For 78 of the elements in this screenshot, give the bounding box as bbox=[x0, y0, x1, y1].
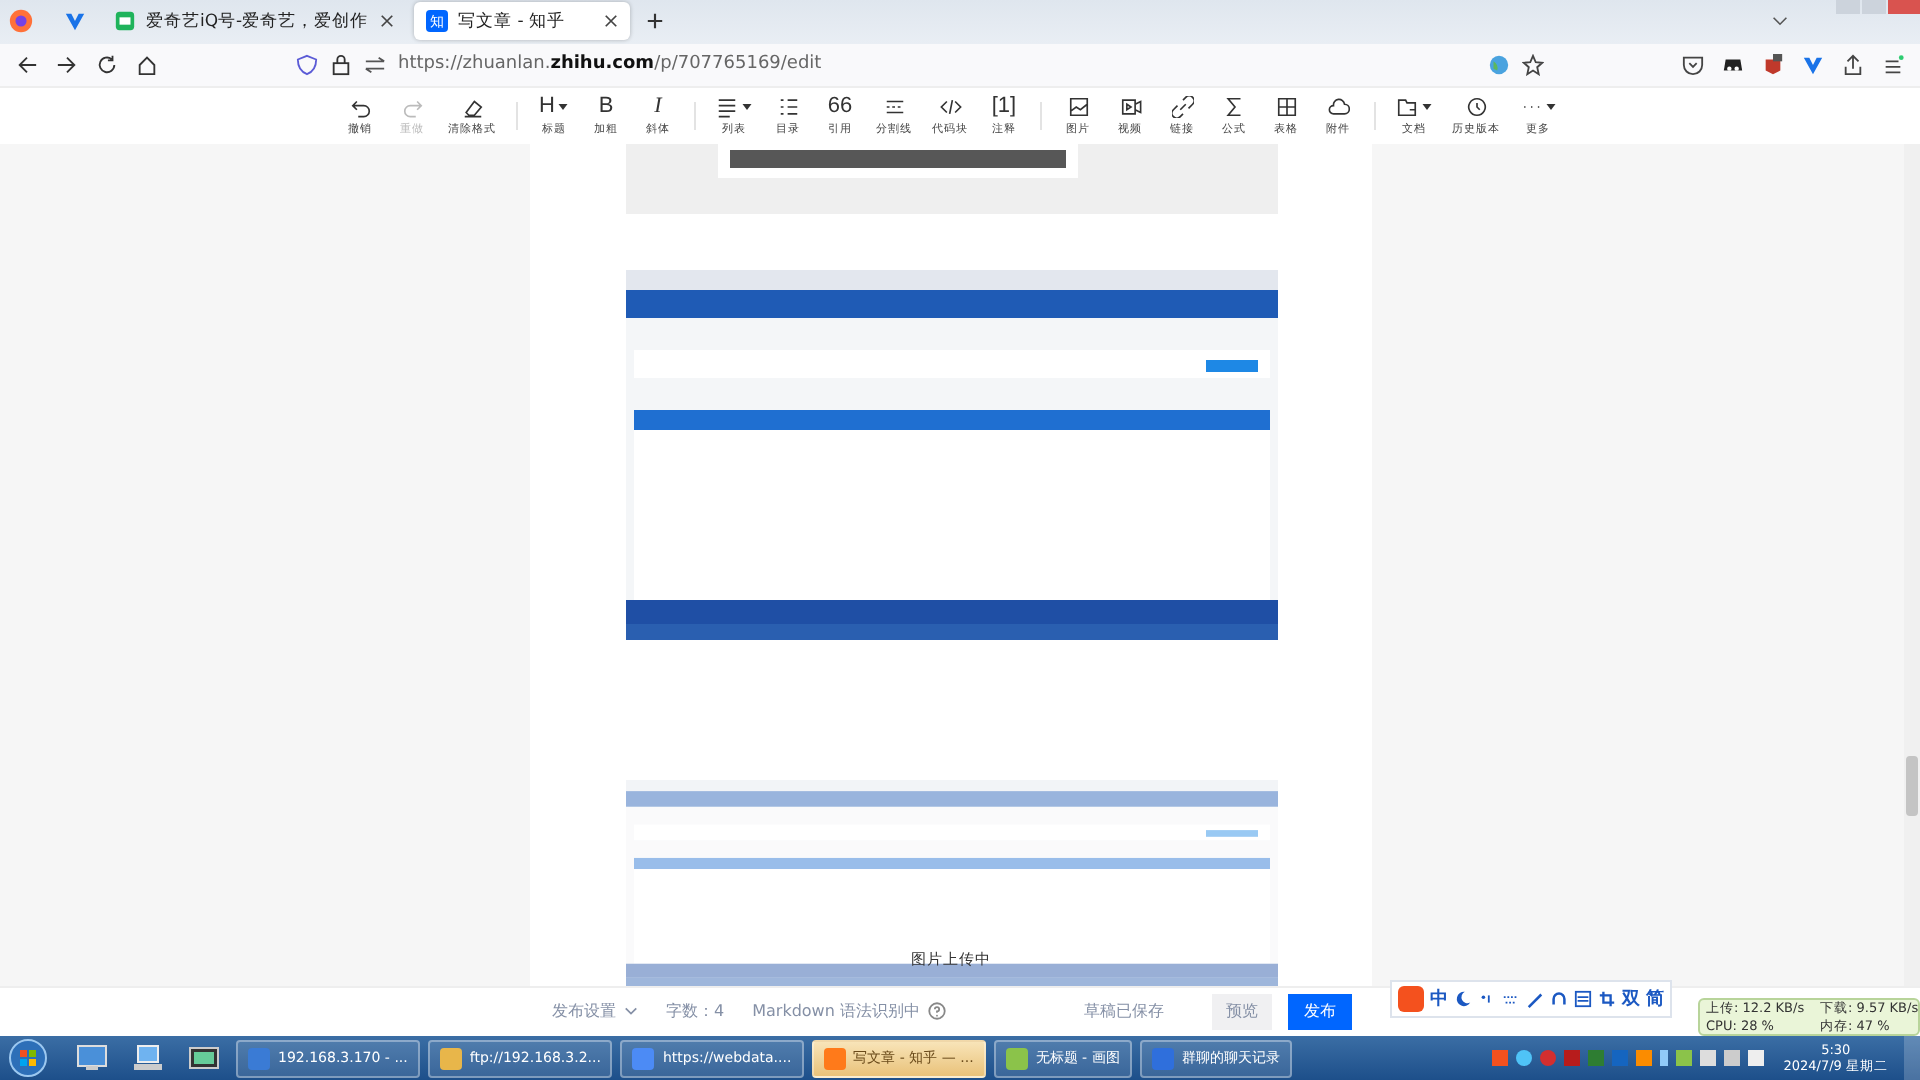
clock-icon bbox=[1465, 95, 1487, 118]
permissions-icon bbox=[364, 53, 386, 76]
v-logo-icon[interactable] bbox=[1802, 53, 1824, 76]
toolbar-glyph: I bbox=[654, 94, 662, 119]
back-icon[interactable] bbox=[16, 53, 38, 76]
desktop-icon[interactable] bbox=[76, 1044, 108, 1072]
ime-mode[interactable]: 中 bbox=[1430, 986, 1448, 1012]
help-icon[interactable] bbox=[927, 1002, 946, 1021]
app-icon bbox=[632, 1047, 655, 1069]
toolbar-glyph: 66 bbox=[827, 94, 853, 119]
tab-list-icon[interactable] bbox=[1772, 16, 1788, 27]
app-icon bbox=[823, 1047, 846, 1069]
cloud-icon bbox=[1327, 95, 1349, 118]
moon-icon[interactable] bbox=[1454, 990, 1472, 1008]
share-icon[interactable] bbox=[1842, 53, 1864, 76]
caret-icon bbox=[1546, 103, 1556, 110]
browser-tab[interactable]: 爱奇艺iQ号-爱奇艺，爱创作 bbox=[102, 2, 406, 41]
link-icon bbox=[1171, 95, 1193, 118]
firefox-icon[interactable] bbox=[8, 8, 34, 35]
new-tab-icon[interactable] bbox=[646, 12, 664, 31]
forward-icon[interactable] bbox=[56, 53, 78, 76]
menu-icon[interactable] bbox=[1882, 53, 1904, 76]
globe-icon[interactable] bbox=[1488, 53, 1510, 76]
app-icon bbox=[439, 1047, 462, 1069]
caret-icon bbox=[558, 103, 569, 110]
divider-icon bbox=[883, 95, 905, 118]
tray-icons-drawing[interactable] bbox=[1491, 1050, 1764, 1066]
keyboard-icon[interactable] bbox=[1502, 990, 1520, 1008]
window-controls-drawing[interactable] bbox=[1836, 0, 1920, 16]
list-icon bbox=[716, 95, 738, 118]
pen-icon[interactable] bbox=[1526, 990, 1544, 1008]
video-icon bbox=[1119, 95, 1141, 118]
punctuation-icon[interactable] bbox=[1478, 990, 1496, 1008]
scrollbar-thumb[interactable] bbox=[1906, 755, 1918, 816]
computer-icon[interactable] bbox=[132, 1044, 164, 1072]
toc-icon bbox=[777, 95, 799, 118]
table-icon bbox=[1275, 95, 1297, 118]
site-icon bbox=[114, 10, 136, 33]
formula-icon bbox=[1223, 95, 1245, 118]
crop-icon[interactable] bbox=[1598, 990, 1616, 1008]
home-icon[interactable] bbox=[136, 53, 158, 76]
code-icon bbox=[939, 95, 961, 118]
close-icon[interactable] bbox=[380, 14, 394, 29]
word-count: 字数：4 bbox=[666, 1000, 725, 1023]
toolbar-glyph: [1] bbox=[991, 94, 1017, 119]
markdown-status: Markdown 语法识别中 bbox=[752, 1000, 920, 1023]
lock-icon bbox=[330, 53, 352, 76]
pocket-icon[interactable] bbox=[1682, 53, 1704, 76]
shield-icon bbox=[296, 53, 318, 76]
undo-icon bbox=[349, 95, 371, 118]
toolbar-glyph: B bbox=[598, 94, 614, 119]
app-icon bbox=[1005, 1047, 1028, 1069]
monitor-icon[interactable] bbox=[188, 1044, 220, 1072]
panel-icon[interactable] bbox=[1574, 990, 1592, 1008]
tab-title: 爱奇艺iQ号-爱奇艺，爱创作 bbox=[146, 9, 370, 34]
app-icon bbox=[1151, 1047, 1174, 1069]
draft-saved-status: 草稿已保存 bbox=[1084, 1000, 1164, 1023]
ime-mode[interactable]: 双 bbox=[1622, 986, 1640, 1012]
start-button[interactable] bbox=[8, 1038, 48, 1078]
eraser-icon bbox=[461, 95, 483, 118]
app-icon bbox=[248, 1047, 270, 1069]
toolbar-glyph: H bbox=[539, 94, 555, 119]
chevron-down-icon[interactable] bbox=[624, 1006, 638, 1017]
publish-button[interactable]: 发布 bbox=[1288, 993, 1352, 1030]
redo-icon bbox=[401, 95, 423, 118]
close-icon[interactable] bbox=[604, 14, 618, 29]
v-logo-icon bbox=[63, 10, 85, 33]
folder-icon bbox=[1396, 95, 1418, 118]
sogou-logo-icon[interactable] bbox=[1398, 986, 1424, 1012]
extension-icon[interactable] bbox=[1762, 53, 1784, 76]
caret-icon bbox=[1422, 103, 1432, 110]
reload-icon[interactable] bbox=[96, 53, 118, 76]
image-icon bbox=[1067, 95, 1089, 118]
url-text: https://zhuanlan.zhihu.com/p/707765169/edit bbox=[398, 54, 822, 75]
tab-title: 写文章 - 知乎 bbox=[458, 9, 567, 34]
ime-mode[interactable]: 简 bbox=[1646, 986, 1664, 1012]
caret-icon bbox=[742, 103, 752, 110]
star-icon[interactable] bbox=[1522, 53, 1544, 76]
